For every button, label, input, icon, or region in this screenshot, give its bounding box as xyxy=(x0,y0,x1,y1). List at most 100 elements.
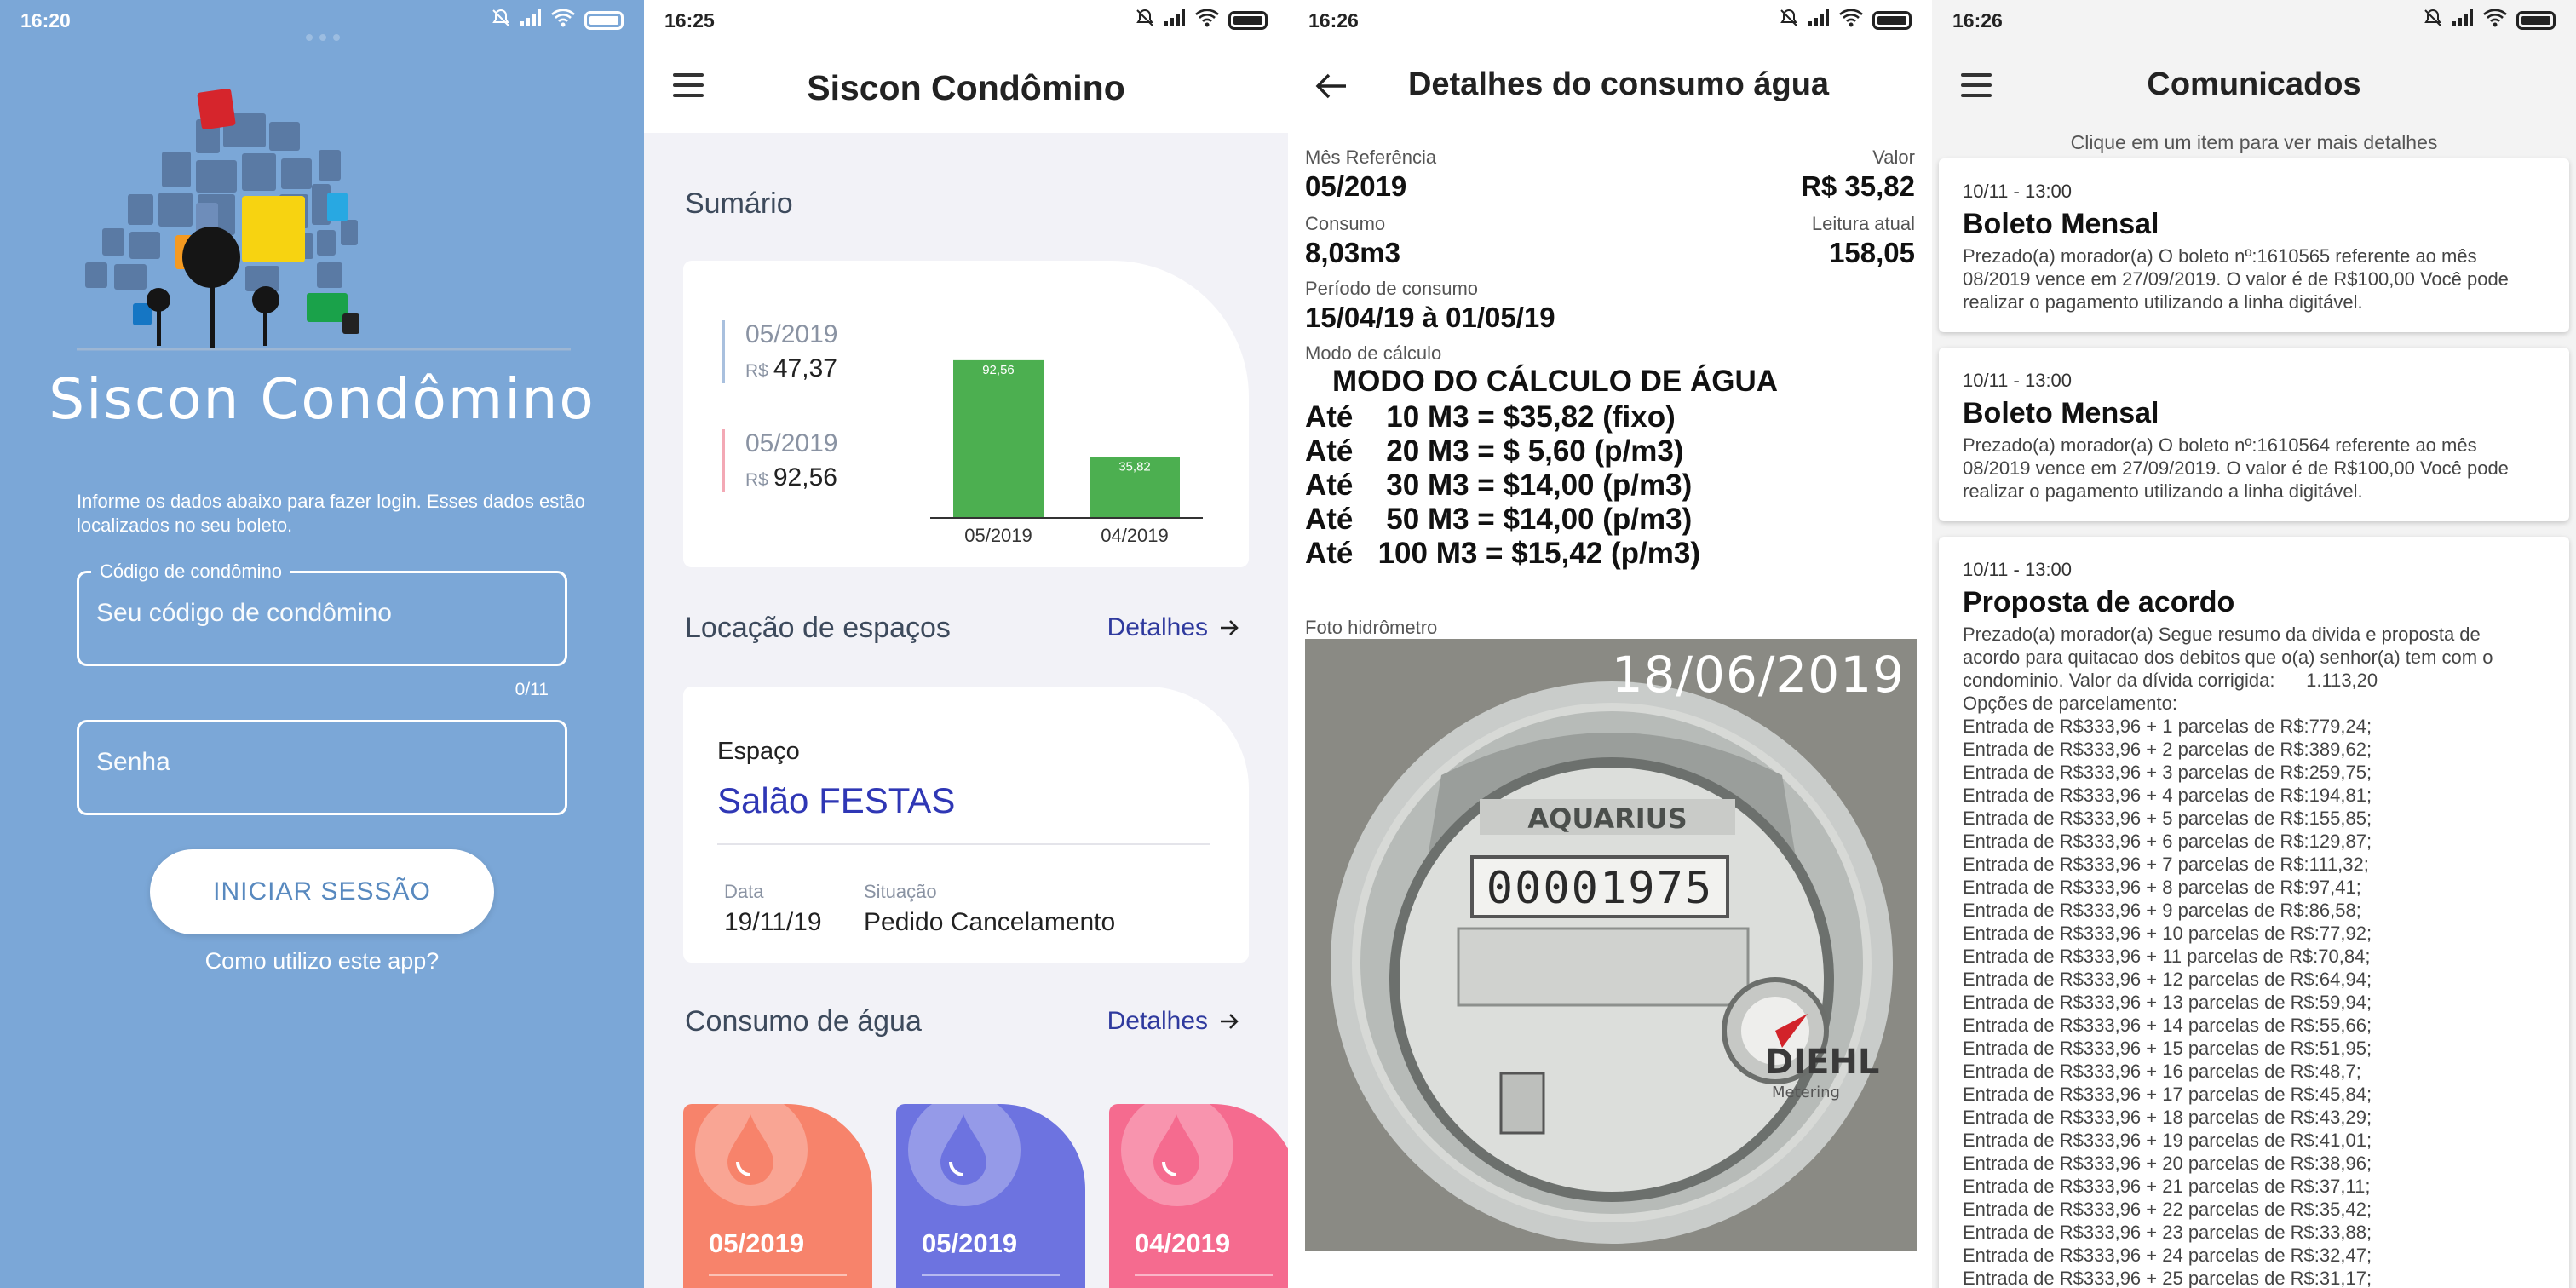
announcement-body-line: Entrada de R$333,96 + 7 parcelas de R$:1… xyxy=(1963,854,2369,875)
wifi-icon xyxy=(550,8,576,33)
arrow-right-icon xyxy=(1221,1014,1239,1029)
divider xyxy=(717,843,1210,845)
announcement-body-line: Entrada de R$333,96 + 22 parcelas de R$:… xyxy=(1963,1199,2372,1220)
status-bar: 16:25 xyxy=(644,0,1288,41)
help-link[interactable]: Como utilizo este app? xyxy=(0,948,644,975)
announcement-date: 10/11 - 13:00 xyxy=(1963,370,2073,391)
status-bar: 16:26 xyxy=(1288,0,1932,41)
summary-amount: 92,56 xyxy=(773,463,837,492)
announcement-body-line: Entrada de R$333,96 + 12 parcelas de R$:… xyxy=(1963,969,2372,990)
chart-tick-label: 05/2019 xyxy=(964,525,1032,542)
calc-title: MODO DO CÁLCULO DE ÁGUA xyxy=(1332,365,1779,398)
announcement-body-line: Entrada de R$333,96 + 4 parcelas de R$:1… xyxy=(1963,785,2372,806)
details-label: Detalhes xyxy=(1107,1007,1208,1035)
rentals-details-link[interactable]: Detalhes xyxy=(1107,613,1240,642)
announcement-item[interactable]: 10/11 - 13:00 Proposta de acordo Prezado… xyxy=(1939,537,2569,1288)
announcement-body-line: Entrada de R$333,96 + 17 parcelas de R$:… xyxy=(1963,1084,2372,1105)
announcement-body-line: 08/2019 vence em 27/09/2019. O valor é d… xyxy=(1963,457,2509,479)
login-instructions: Informe os dados abaixo para fazer login… xyxy=(77,491,585,536)
battery-icon xyxy=(1228,11,1268,30)
announcement-item[interactable]: 10/11 - 13:00 Boleto Mensal Prezado(a) m… xyxy=(1939,348,2569,521)
summary-value: R$ 92,56 xyxy=(745,463,837,492)
app-bar: Detalhes do consumo água xyxy=(1288,41,1932,133)
calc-rule: Até 10 M3 = $35,82 (fixo) xyxy=(1305,400,1676,434)
announcement-body-line: Entrada de R$333,96 + 13 parcelas de R$:… xyxy=(1963,992,2372,1013)
water-details-link[interactable]: Detalhes xyxy=(1107,1007,1240,1036)
status-time: 16:26 xyxy=(1308,9,1359,32)
rentals-title: Locação de espaços xyxy=(685,612,951,644)
water-card[interactable]: 04/2019 xyxy=(1109,1104,1288,1288)
announcement-body-line: Opções de parcelamento: xyxy=(1963,693,2177,714)
password-input[interactable] xyxy=(96,748,539,777)
water-title: Consumo de água xyxy=(685,1005,922,1038)
summary-value: R$ 47,37 xyxy=(745,354,837,383)
announcement-body-line: Prezado(a) morador(a) O boleto nº:161056… xyxy=(1963,245,2477,267)
list-hint: Clique em um item para ver mais detalhes xyxy=(2070,131,2438,153)
water-card-date: 05/2019 xyxy=(709,1228,805,1258)
period-label: Período de consumo xyxy=(1305,278,1479,299)
divider xyxy=(922,1274,1060,1276)
announcement-date: 10/11 - 13:00 xyxy=(1963,559,2073,580)
photo-label: Foto hidrômetro xyxy=(1305,617,1438,638)
water-card-date: 05/2019 xyxy=(922,1228,1018,1258)
mute-icon xyxy=(1779,8,1799,33)
calc-rule: Até 100 M3 = $15,42 (p/m3) xyxy=(1305,537,1700,570)
announcement-body: Prezado(a) morador(a) O boleto nº:161056… xyxy=(1963,244,2550,313)
announcement-body-line: Entrada de R$333,96 + 3 parcelas de R$:2… xyxy=(1963,762,2372,783)
password-field[interactable] xyxy=(77,720,567,815)
water-drop-icon xyxy=(727,1114,773,1185)
announcement-title: Boleto Mensal xyxy=(1963,208,2159,240)
condo-code-field[interactable]: Código de condômino xyxy=(77,561,567,666)
water-card-date: 04/2019 xyxy=(1135,1228,1231,1258)
consumption-value: 8,03m3 xyxy=(1305,237,1400,268)
wifi-icon xyxy=(1194,8,1220,33)
value-label: Valor xyxy=(1872,147,1915,168)
currency-label: R$ xyxy=(745,470,768,490)
announcement-title: Proposta de acordo xyxy=(1963,586,2235,618)
status-icons xyxy=(1135,8,1268,33)
announcement-body-line: Entrada de R$333,96 + 11 parcelas de R$:… xyxy=(1963,946,2371,967)
status-bar: 16:26 xyxy=(1932,0,2576,41)
brand-title: Siscon Condômino xyxy=(49,366,595,432)
status-icons xyxy=(2423,8,2556,33)
camera-notch xyxy=(294,34,352,46)
water-meter-photo[interactable]: AQUARIUS 00001975 DIEHL Metering 18/06/2… xyxy=(1305,639,1917,1251)
announcement-body-line: Prezado(a) morador(a) O boleto nº:161056… xyxy=(1963,434,2477,456)
announcement-item[interactable]: 10/11 - 13:00 Boleto Mensal Prezado(a) m… xyxy=(1939,158,2569,332)
summary-item: 05/2019 R$ 92,56 xyxy=(722,429,837,492)
login-button[interactable]: INICIAR SESSÃO xyxy=(150,849,494,934)
rental-card[interactable]: Espaço Salão FESTAS Data 19/11/19 Situaç… xyxy=(683,687,1249,963)
divider xyxy=(709,1274,847,1276)
ref-month-label: Mês Referência xyxy=(1305,147,1437,168)
building-logo-icon xyxy=(77,88,571,351)
summary-date: 05/2019 xyxy=(745,320,838,348)
rental-status-value: Pedido Cancelamento xyxy=(864,908,1116,936)
condo-code-counter: 0/11 xyxy=(515,680,549,699)
status-time: 16:20 xyxy=(20,9,71,32)
meter-maker-sub: Metering xyxy=(1772,1084,1840,1101)
rental-status: Situação Pedido Cancelamento xyxy=(864,881,1115,937)
app-bar: Comunicados xyxy=(1932,41,2576,133)
page-title: Detalhes do consumo água xyxy=(1407,66,1830,102)
announcement-title: Boleto Mensal xyxy=(1963,397,2159,429)
water-details-screen: 16:26 Detalhes do consumo água Mês Refer… xyxy=(1288,0,1932,1288)
water-drop-icon xyxy=(1153,1114,1199,1185)
announcement-body-line: Entrada de R$333,96 + 19 parcelas de R$:… xyxy=(1963,1130,2372,1151)
meter-brand: AQUARIUS xyxy=(1527,802,1687,835)
announcement-body-line: realizar o pagamento utilizando a linha … xyxy=(1963,291,2363,313)
water-card[interactable]: 05/2019 xyxy=(683,1104,872,1288)
status-time: 16:26 xyxy=(1952,9,2003,32)
summary-card[interactable]: 05/2019 R$ 47,37 05/2019 R$ 92,56 92,56 05/… xyxy=(683,261,1249,567)
consumption-label: Consumo xyxy=(1305,213,1386,234)
condo-code-input[interactable] xyxy=(96,599,539,628)
calc-rule: Até 30 M3 = $14,00 (p/m3) xyxy=(1305,469,1693,502)
announcement-body-line: Entrada de R$333,96 + 21 parcelas de R$:… xyxy=(1963,1176,2371,1197)
announcement-body: Prezado(a) morador(a) O boleto nº:161056… xyxy=(1963,434,2550,503)
rental-date-value: 19/11/19 xyxy=(724,908,822,936)
water-card[interactable]: 05/2019 xyxy=(896,1104,1085,1288)
announcement-body: Prezado(a) morador(a) Segue resumo da di… xyxy=(1963,623,2550,1288)
arrow-right-icon xyxy=(1221,620,1239,635)
battery-icon xyxy=(584,11,624,30)
announcement-body-line: Entrada de R$333,96 + 23 parcelas de R$:… xyxy=(1963,1222,2372,1243)
chart-data-label: 35,82 xyxy=(1118,459,1151,474)
